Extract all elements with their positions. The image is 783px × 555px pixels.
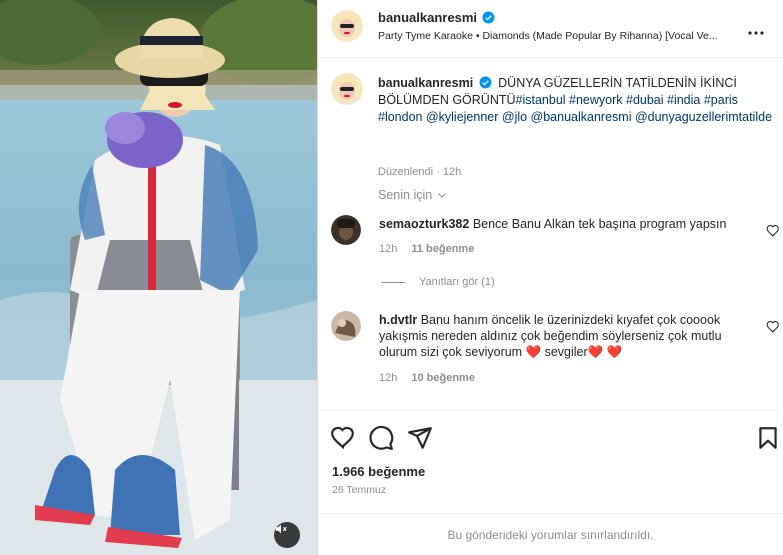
like-count[interactable]: 1.966 beğenme [332,464,425,479]
comment-item: h.dvtlr Banu hanım öncelik le üzerinizde… [331,311,779,401]
comment-body: h.dvtlr Banu hanım öncelik le üzerinizde… [379,312,729,360]
author-username[interactable]: banualkanresmi [378,10,495,25]
comment-restriction-bar: Bu gönderideki yorumlar sınırlandırıldı. [318,513,783,555]
comment-likes[interactable]: 10 beğenme [411,372,475,384]
comment-username[interactable]: h.dvtlr [379,313,417,327]
commenter-avatar[interactable] [331,311,361,341]
post-actions: 1.966 beğenme 26 Temmuz Bu gönderideki y… [318,410,783,555]
commenter-avatar[interactable] [331,215,361,245]
comment-time[interactable]: 12h [379,372,397,384]
comment-item: semaozturk382 Bence Banu Alkan tek başın… [331,215,779,265]
comment-filter-dropdown[interactable]: Senin için [378,188,448,202]
caption-text: banualkanresmi DÜNYA GÜZELLERİN TATİLDEN… [378,75,773,126]
view-replies-button[interactable]: Yanıtları gör (1) [381,276,495,288]
post-date[interactable]: 26 Temmuz [332,484,386,496]
comment-bubble-icon[interactable] [368,425,394,451]
comment-username[interactable]: semaozturk382 [379,217,469,231]
comment-filter-label: Senin için [378,188,433,202]
more-horizontal-icon[interactable] [746,28,766,38]
audio-track[interactable]: Party Tyme Karaoke • Diamonds (Made Popu… [378,30,738,42]
chevron-down-icon [438,193,447,198]
comment-meta: 12h 11 beğenme [379,243,474,255]
comments-scroll-area[interactable]: banualkanresmi DÜNYA GÜZELLERİN TATİLDEN… [318,59,783,409]
comment-like-heart-icon[interactable] [766,224,780,238]
post-details-panel: banualkanresmi Party Tyme Karaoke • Diam… [318,0,783,555]
post-media[interactable] [0,0,317,555]
share-send-icon[interactable] [407,425,433,451]
replies-divider [381,281,405,283]
edited-label: Düzenlendi [378,166,434,178]
comment-meta: 12h 10 beğenme [379,372,475,384]
author-avatar[interactable] [331,10,363,42]
save-bookmark-icon[interactable] [755,425,781,451]
comment-time[interactable]: 12h [379,243,397,255]
comments-restricted-notice: Bu gönderideki yorumlar sınırlandırıldı. [447,528,654,542]
like-heart-icon[interactable] [330,425,356,451]
view-replies-label: Yanıtları gör (1) [419,276,495,288]
speaker-muted-icon [275,524,287,534]
caption-username[interactable]: banualkanresmi [378,76,473,90]
post-photo [0,0,317,555]
verified-badge-icon [482,11,495,24]
caption-meta: Düzenlendi · 12h [378,166,462,178]
comment-text: Banu hanım öncelik le üzerinizdeki kıyaf… [379,313,722,359]
mute-button[interactable] [274,522,300,548]
comment-likes[interactable]: 11 beğenme [411,243,474,255]
caption-time[interactable]: 12h [443,166,461,178]
post-header: banualkanresmi Party Tyme Karaoke • Diam… [318,0,783,58]
caption-avatar[interactable] [331,73,363,105]
verified-badge-icon [479,76,492,89]
comment-text: Bence Banu Alkan tek başına program yaps… [472,217,727,231]
comment-like-heart-icon[interactable] [766,320,780,334]
comment-body: semaozturk382 Bence Banu Alkan tek başın… [379,216,729,232]
